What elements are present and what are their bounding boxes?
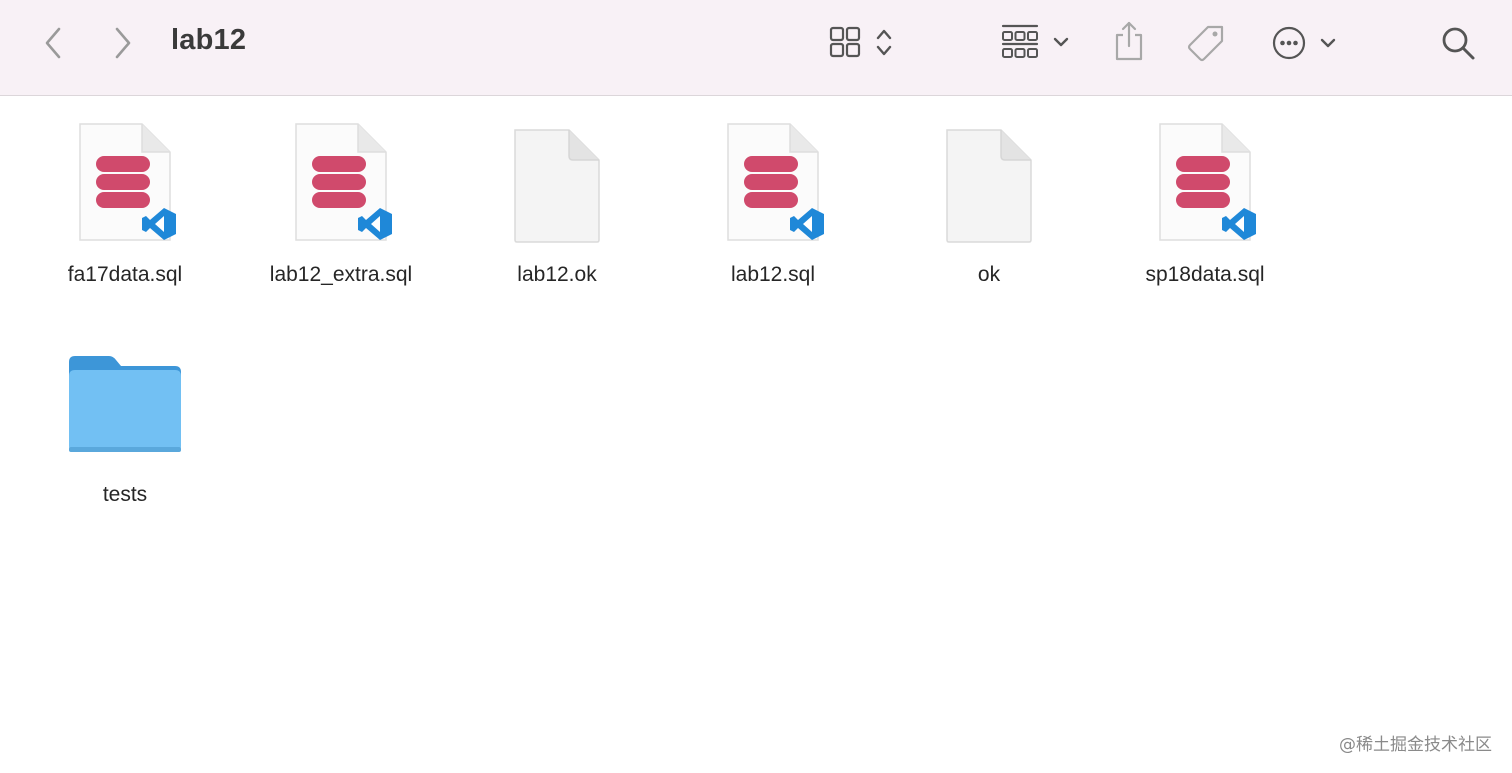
toolbar: lab12 [0,0,1512,96]
file-name: lab12.sql [730,263,816,286]
tag-button[interactable] [1184,22,1228,64]
file-item[interactable]: sp18data.sql [1097,96,1313,296]
sql-file-icon [665,122,881,246]
folder-item[interactable]: tests [17,316,233,516]
folder-name: tests [102,483,148,506]
file-name: ok [977,263,1001,286]
window-title: lab12 [171,24,247,56]
share-icon [1115,21,1143,61]
file-grid: fa17data.sql lab12_extra.sql lab12.ok la… [0,96,1512,773]
watermark: @稀土掘金技术社区 [1339,735,1492,755]
forward-button[interactable] [108,24,138,62]
search-icon [1442,27,1475,60]
blank-document-icon [881,126,1097,246]
file-name: lab12_extra.sql [269,263,413,286]
file-name: lab12.ok [517,263,597,286]
blank-document-icon [449,126,665,246]
file-name: sp18data.sql [1145,263,1265,286]
group-by-icon [1001,24,1069,58]
file-item[interactable]: fa17data.sql [17,96,233,296]
grid-view-icon [829,26,892,58]
tag-icon [1187,25,1224,62]
file-item[interactable]: lab12_extra.sql [233,96,449,296]
file-item[interactable]: lab12.ok [449,96,665,296]
folder-icon [17,354,233,458]
sql-file-icon [1097,122,1313,246]
ellipsis-circle-icon [1272,26,1336,60]
sql-file-icon [233,122,449,246]
file-item[interactable]: lab12.sql [665,96,881,296]
group-button[interactable] [998,22,1074,62]
file-item[interactable]: ok [881,96,1097,296]
view-mode-button[interactable] [826,24,900,62]
back-button[interactable] [38,24,68,62]
more-actions-button[interactable] [1268,22,1342,64]
chevron-left-icon [45,27,61,59]
share-button[interactable] [1110,20,1148,62]
chevron-right-icon [115,27,131,59]
sql-file-icon [17,122,233,246]
file-name: fa17data.sql [67,263,183,286]
search-button[interactable] [1436,22,1480,64]
